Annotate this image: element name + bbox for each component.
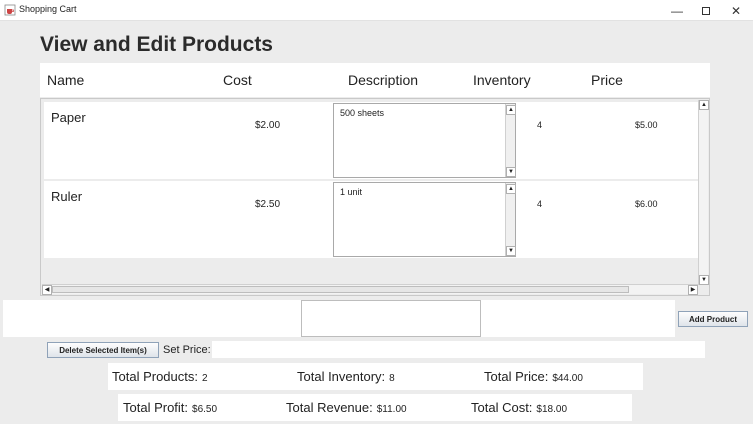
- product-cost: $2.00: [255, 120, 281, 131]
- description-text: 1 unit: [340, 187, 363, 197]
- product-inventory: 4: [537, 120, 543, 130]
- product-cost: $2.50: [255, 199, 281, 210]
- scroll-up-icon[interactable]: ▲: [506, 184, 516, 194]
- total-profit-label: Total Profit:: [123, 400, 189, 415]
- product-price: $5.00: [635, 120, 658, 130]
- set-price-input[interactable]: [212, 341, 705, 358]
- total-cost-label: Total Cost:: [471, 400, 533, 415]
- product-name: Ruler: [51, 189, 83, 204]
- total-cost: Total Cost: $18.00: [471, 400, 567, 415]
- total-products-value: 2: [202, 373, 208, 384]
- total-price-label: Total Price:: [484, 369, 549, 384]
- set-price-label: Set Price:: [163, 344, 211, 356]
- total-products: Total Products: 2: [112, 369, 208, 384]
- total-products-label: Total Products:: [112, 369, 198, 384]
- total-revenue: Total Revenue: $11.00: [286, 400, 407, 415]
- minimize-icon: —: [671, 3, 683, 18]
- window-title: Shopping Cart: [19, 4, 77, 14]
- close-button[interactable]: ✕: [719, 0, 753, 21]
- total-cost-value: $18.00: [536, 404, 568, 415]
- java-cup-icon: [4, 4, 16, 16]
- table-row[interactable]: Paper $2.00 500 sheets ▲ ▼ 4 $5.00: [44, 102, 699, 179]
- total-inventory-value: 8: [389, 373, 395, 384]
- description-textarea[interactable]: 500 sheets ▲ ▼: [333, 103, 516, 178]
- maximize-button[interactable]: [689, 0, 723, 21]
- table-header: Name Cost Description Inventory Price: [40, 63, 710, 97]
- product-table: Paper $2.00 500 sheets ▲ ▼ 4 $5.00 Ruler…: [40, 98, 710, 296]
- total-inventory: Total Inventory: 8: [297, 369, 395, 384]
- description-textarea[interactable]: 1 unit ▲ ▼: [333, 182, 516, 257]
- scroll-down-icon[interactable]: ▼: [699, 275, 709, 285]
- product-inventory: 4: [537, 199, 543, 209]
- product-price: $6.00: [635, 199, 658, 209]
- scroll-down-icon[interactable]: ▼: [506, 246, 516, 256]
- scroll-up-icon[interactable]: ▲: [699, 100, 709, 110]
- totals-row-2: Total Profit: $6.50 Total Revenue: $11.00 …: [118, 394, 632, 421]
- description-scrollbar[interactable]: ▲ ▼: [505, 183, 516, 256]
- scroll-thumb[interactable]: [52, 286, 629, 293]
- product-name: Paper: [51, 110, 86, 125]
- column-header-price: Price: [591, 72, 623, 88]
- column-header-inventory: Inventory: [473, 72, 531, 88]
- totals-row-1: Total Products: 2 Total Inventory: 8 Total…: [108, 363, 643, 390]
- maximize-icon: [702, 6, 710, 15]
- total-revenue-value: $11.00: [376, 404, 407, 415]
- total-price: Total Price: $44.00: [484, 369, 583, 384]
- new-product-field[interactable]: [301, 300, 481, 337]
- table-horizontal-scrollbar[interactable]: ◀ ▶: [42, 284, 698, 295]
- description-scrollbar[interactable]: ▲ ▼: [505, 104, 516, 177]
- total-inventory-label: Total Inventory:: [297, 369, 386, 384]
- page-title: View and Edit Products: [40, 33, 273, 56]
- column-header-cost: Cost: [223, 72, 252, 88]
- scroll-left-icon[interactable]: ◀: [42, 285, 52, 295]
- scroll-down-icon[interactable]: ▼: [506, 167, 516, 177]
- add-product-button[interactable]: Add Product: [678, 311, 748, 327]
- total-revenue-label: Total Revenue:: [286, 400, 373, 415]
- column-header-description: Description: [348, 72, 419, 88]
- description-text: 500 sheets: [340, 108, 385, 118]
- close-icon: ✕: [730, 3, 742, 18]
- table-row[interactable]: Ruler $2.50 1 unit ▲ ▼ 4 $6.00: [44, 181, 699, 258]
- scroll-right-icon[interactable]: ▶: [688, 285, 698, 295]
- total-price-value: $44.00: [552, 373, 583, 384]
- delete-selected-button[interactable]: Delete Selected Item(s): [47, 342, 159, 358]
- column-header-name: Name: [47, 72, 85, 88]
- new-product-inputs: [3, 300, 675, 337]
- window-titlebar: Shopping Cart — ✕: [0, 0, 753, 21]
- scroll-up-icon[interactable]: ▲: [506, 105, 516, 115]
- total-profit-value: $6.50: [192, 404, 218, 415]
- table-vertical-scrollbar[interactable]: ▲ ▼: [698, 100, 709, 285]
- total-profit: Total Profit: $6.50: [123, 400, 217, 415]
